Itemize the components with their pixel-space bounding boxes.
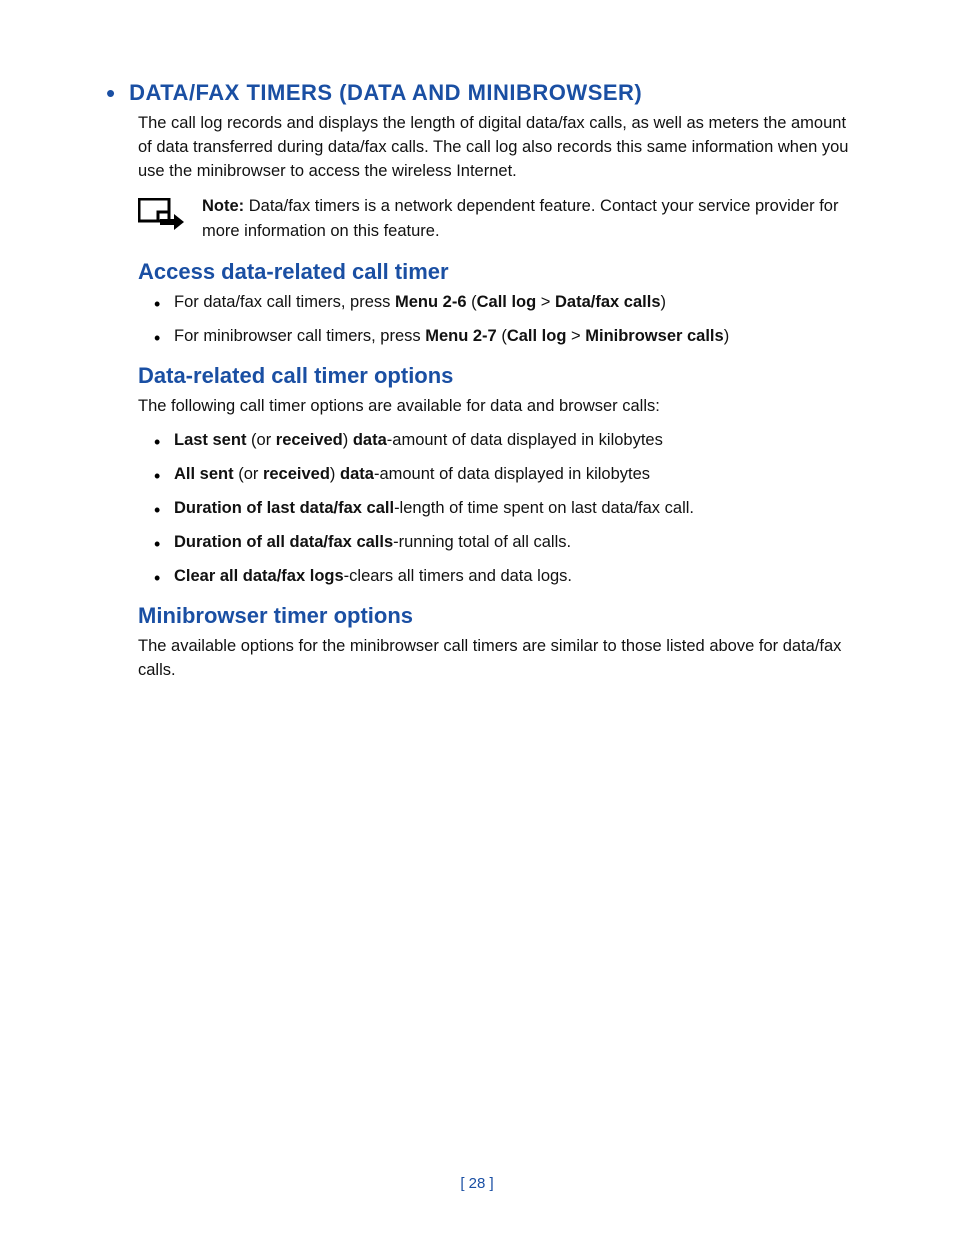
text: For data/fax call timers, press [174, 293, 395, 311]
text: > [566, 327, 585, 345]
intro-paragraph: The call log records and displays the le… [138, 112, 856, 184]
options-intro: The following call timer options are ava… [138, 395, 856, 419]
note-text: Note: Data/fax timers is a network depen… [202, 194, 856, 244]
term: received [276, 431, 343, 449]
text: > [536, 293, 555, 311]
text: ) [661, 293, 667, 311]
list-item: Duration of last data/fax call-length of… [154, 497, 856, 521]
term: data [353, 431, 387, 449]
term: Duration of all data/fax calls [174, 533, 393, 551]
text: ) [343, 431, 353, 449]
section-heading-access: Access data-related call timer [138, 259, 856, 285]
text: -clears all timers and data logs. [344, 567, 572, 585]
term: received [263, 465, 330, 483]
note-arrow-icon [138, 198, 184, 239]
text: -amount of data displayed in kilobytes [387, 431, 663, 449]
list-item: All sent (or received) data-amount of da… [154, 463, 856, 487]
list-item: For data/fax call timers, press Menu 2-6… [154, 291, 856, 315]
minibrowser-text: The available options for the minibrowse… [138, 635, 856, 683]
term: Last sent [174, 431, 246, 449]
note-block: Note: Data/fax timers is a network depen… [138, 194, 856, 244]
text: ) [724, 327, 730, 345]
text: -amount of data displayed in kilobytes [374, 465, 650, 483]
text: (or [234, 465, 263, 483]
heading-bullet-icon: • [106, 80, 115, 106]
menu-path: Minibrowser calls [585, 327, 723, 345]
list-item: For minibrowser call timers, press Menu … [154, 325, 856, 349]
list-item: Last sent (or received) data-amount of d… [154, 429, 856, 453]
term: data [340, 465, 374, 483]
text: -length of time spent on last data/fax c… [394, 499, 694, 517]
note-body: Data/fax timers is a network dependent f… [202, 197, 838, 240]
list-item: Clear all data/fax logs-clears all timer… [154, 565, 856, 589]
term: Duration of last data/fax call [174, 499, 394, 517]
term: Clear all data/fax logs [174, 567, 344, 585]
text: ( [497, 327, 507, 345]
term: All sent [174, 465, 234, 483]
menu-ref: Menu 2-7 [425, 327, 497, 345]
menu-path: Call log [477, 293, 537, 311]
menu-path: Call log [507, 327, 567, 345]
menu-ref: Menu 2-6 [395, 293, 467, 311]
access-list: For data/fax call timers, press Menu 2-6… [154, 291, 856, 349]
heading-row: • DATA/FAX TIMERS (DATA AND MINIBROWSER) [106, 80, 856, 106]
note-label: Note: [202, 197, 244, 215]
section-heading-minibrowser: Minibrowser timer options [138, 603, 856, 629]
text: For minibrowser call timers, press [174, 327, 425, 345]
text: ) [330, 465, 340, 483]
section-heading-options: Data-related call timer options [138, 363, 856, 389]
text: -running total of all calls. [393, 533, 571, 551]
page: • DATA/FAX TIMERS (DATA AND MINIBROWSER)… [0, 0, 954, 1248]
options-list: Last sent (or received) data-amount of d… [154, 429, 856, 589]
text: (or [246, 431, 275, 449]
list-item: Duration of all data/fax calls-running t… [154, 531, 856, 555]
menu-path: Data/fax calls [555, 293, 660, 311]
text: ( [467, 293, 477, 311]
page-heading: DATA/FAX TIMERS (DATA AND MINIBROWSER) [129, 80, 642, 106]
page-number: [ 28 ] [0, 1175, 954, 1192]
